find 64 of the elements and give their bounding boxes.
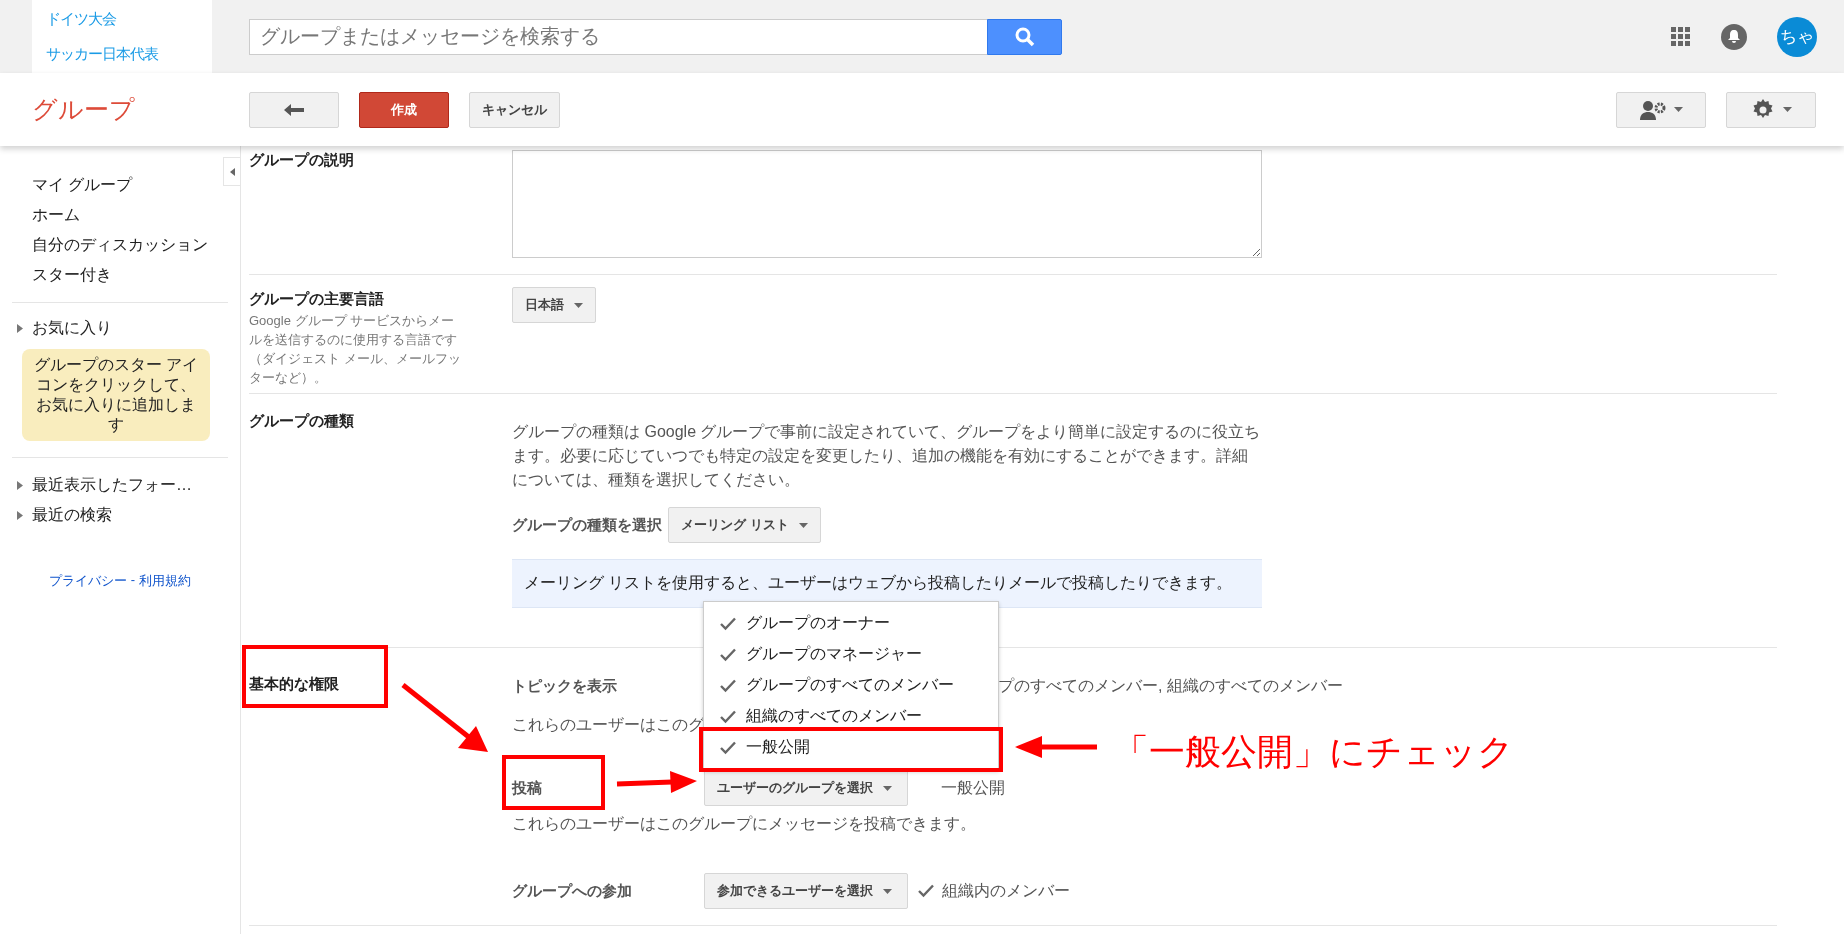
- caret-icon: [883, 888, 892, 894]
- cancel-button[interactable]: キャンセル: [469, 91, 560, 128]
- back-button[interactable]: [249, 91, 339, 128]
- help-text: これらのユーザーはこのグ: [512, 715, 704, 735]
- create-button[interactable]: 作成: [359, 91, 449, 128]
- field-label: 基本的な権限: [249, 674, 340, 694]
- setting-value: プのすべてのメンバー, 組織のすべてのメンバー: [998, 676, 1343, 696]
- annotation-text: 「一般公開」にチェック: [1113, 730, 1514, 774]
- settings-button[interactable]: [1726, 91, 1816, 128]
- nav-item[interactable]: マイ グループ: [0, 170, 133, 200]
- search-field[interactable]: グループまたはメッセージを検索する: [249, 18, 987, 55]
- caret-icon: [229, 167, 235, 176]
- member-settings-button[interactable]: [1616, 91, 1706, 128]
- field-label: グループの種類を選択: [512, 515, 662, 535]
- collapsed-triangle-icon[interactable]: [16, 510, 23, 520]
- nav-item[interactable]: スター付き: [0, 260, 112, 290]
- hint-note: グループのスター アイコンをクリックして、お気に入りに追加します: [22, 349, 210, 441]
- field-label: グループの説明: [249, 150, 355, 170]
- search-button[interactable]: [987, 18, 1062, 55]
- app-title: グループ: [31, 94, 136, 125]
- join-select[interactable]: 参加できるユーザーを選択: [704, 873, 908, 909]
- collapsed-triangle-icon[interactable]: [16, 480, 23, 490]
- sidebar-section[interactable]: 最近表示したフォー…: [0, 470, 240, 500]
- posting-select[interactable]: ユーザーのグループを選択: [704, 770, 908, 806]
- menu-item[interactable]: グループのマネージャー: [704, 639, 998, 670]
- sidebar-section[interactable]: お気に入り: [0, 313, 240, 343]
- terms-link[interactable]: 利用規約: [139, 572, 192, 590]
- account-avatar[interactable]: ちゃ: [1777, 16, 1817, 57]
- language-select[interactable]: 日本語: [512, 287, 596, 323]
- person-gear-icon: [1639, 99, 1666, 120]
- menu-item[interactable]: 一般公開: [704, 732, 998, 763]
- nav-item[interactable]: ホーム: [0, 200, 80, 230]
- notifications-button[interactable]: [1721, 23, 1747, 50]
- setting-value: 組織内のメンバー: [942, 880, 1070, 901]
- menu-item[interactable]: 組織のすべてのメンバー: [704, 701, 998, 732]
- field-label: グループの主要言語: [249, 289, 385, 309]
- sidebar-section[interactable]: 最近の検索: [0, 500, 240, 530]
- info-banner: メーリング リストを使用すると、ユーザーはウェブから投稿したりメールで投稿したりできます。: [512, 559, 1262, 608]
- field-label: トピックを表示: [512, 677, 617, 696]
- apps-grid-icon[interactable]: [1671, 26, 1691, 47]
- caret-icon: [883, 785, 892, 791]
- menu-item[interactable]: グループのオーナー: [704, 608, 998, 639]
- reply-arrow-icon: [284, 102, 304, 117]
- privacy-link[interactable]: プライバシー: [48, 572, 127, 590]
- field-label: グループへの参加: [512, 881, 632, 901]
- field-label: 投稿: [512, 778, 542, 798]
- description-text: グループの種類は Google グループで事前に設定されていて、グループをより簡単に設定するのに役立ちます。必要に応じていつでも特定の設定を変更したり、追加の機能を有効にすることができます。詳細については、種類を選択してください。: [512, 422, 1262, 490]
- group-type-select[interactable]: メーリング リスト: [668, 507, 821, 543]
- caret-icon: [1782, 107, 1792, 112]
- separator: -: [130, 572, 136, 589]
- setting-value: 一般公開: [941, 777, 1005, 798]
- help-text: Google グループ サービスからメールを送信するのに使用する言語です（ダイジェスト メール、メールフッターなど）。: [249, 312, 461, 387]
- help-text: これらのユーザーはこのグループにメッセージを投稿できます。: [512, 814, 976, 834]
- caret-icon: [574, 302, 583, 308]
- collapsed-triangle-icon[interactable]: [16, 323, 23, 333]
- menu-item[interactable]: グループのすべてのメンバー: [704, 670, 998, 701]
- nav-item[interactable]: 自分のディスカッション: [0, 230, 208, 260]
- collapse-sidebar-button[interactable]: [223, 157, 241, 186]
- description-field[interactable]: [512, 150, 1262, 258]
- bell-icon: [1728, 30, 1740, 43]
- caret-icon: [1673, 107, 1683, 112]
- field-label: グループの種類: [249, 411, 355, 431]
- search-icon: [1014, 26, 1035, 47]
- caret-icon: [798, 522, 808, 528]
